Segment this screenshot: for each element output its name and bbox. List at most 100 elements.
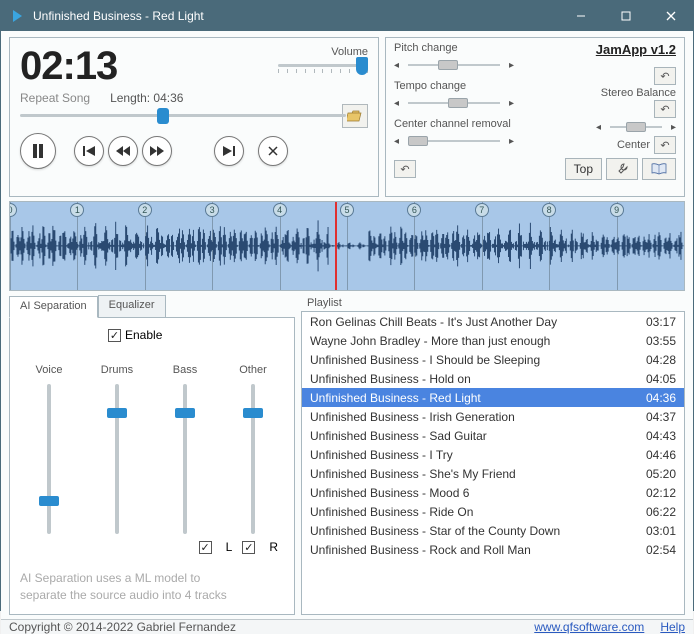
wrench-icon — [615, 162, 629, 176]
track-duration: 02:54 — [646, 543, 676, 557]
app-icon — [9, 8, 25, 24]
track-duration: 04:36 — [646, 391, 676, 405]
playlist-row[interactable]: Unfinished Business - Star of the County… — [302, 521, 684, 540]
left-label: L — [226, 540, 233, 554]
titlebar[interactable]: Unfinished Business - Red Light — [1, 1, 693, 31]
window-title: Unfinished Business - Red Light — [33, 9, 558, 23]
playlist-header: Playlist — [301, 295, 685, 311]
player-panel: 02:13 Volume Repeat Song Length: 04:36 — [9, 37, 379, 197]
track-title: Unfinished Business - I Try — [310, 448, 638, 462]
top-row: 02:13 Volume Repeat Song Length: 04:36 — [9, 37, 685, 197]
right-channel-checkbox[interactable]: ✓ — [242, 541, 255, 554]
close-button[interactable] — [648, 1, 693, 31]
waveform-panel[interactable]: 0123456789 — [9, 201, 685, 291]
website-link[interactable]: www.qfsoftware.com — [534, 620, 644, 634]
copyright-text: Copyright © 2014-2022 Gabriel Fernandez — [9, 620, 236, 634]
pitch-label: Pitch change — [394, 42, 535, 54]
tab-body: ✓ Enable Voice Drums Bass Other ✓L ✓R — [9, 317, 295, 615]
settings-button[interactable] — [606, 158, 638, 180]
seek-slider[interactable] — [20, 107, 346, 125]
tab-equalizer[interactable]: Equalizer — [98, 295, 166, 317]
top-button[interactable]: Top — [565, 158, 602, 180]
track-duration: 05:20 — [646, 467, 676, 481]
tab-header: AI Separation Equalizer — [9, 295, 295, 317]
other-slider[interactable] — [251, 384, 255, 534]
voice-label: Voice — [36, 364, 63, 376]
playlist-row[interactable]: Unfinished Business - Mood 602:12 — [302, 483, 684, 502]
other-label: Other — [239, 364, 267, 376]
tabs-panel: AI Separation Equalizer ✓ Enable Voice D… — [9, 295, 295, 615]
left-channel-checkbox[interactable]: ✓ — [199, 541, 212, 554]
track-title: Unfinished Business - Hold on — [310, 372, 638, 386]
track-title: Unfinished Business - Sad Guitar — [310, 429, 638, 443]
playlist-box[interactable]: Ron Gelinas Chill Beats - It's Just Anot… — [301, 311, 685, 615]
rewind-button[interactable] — [108, 136, 138, 166]
ai-note: AI Separation uses a ML model to separat… — [20, 570, 284, 604]
track-title: Unfinished Business - Rock and Roll Man — [310, 543, 638, 557]
voice-slider[interactable] — [47, 384, 51, 534]
drums-slider[interactable] — [115, 384, 119, 534]
bass-label: Bass — [173, 364, 197, 376]
playlist-row[interactable]: Unfinished Business - I Try 04:46 — [302, 445, 684, 464]
app-window: Unfinished Business - Red Light 02:13 Vo… — [0, 0, 694, 611]
next-track-button[interactable] — [214, 136, 244, 166]
playlist-row[interactable]: Unfinished Business - Hold on04:05 — [302, 369, 684, 388]
playhead[interactable] — [335, 202, 337, 290]
enable-checkbox[interactable]: ✓ — [108, 329, 121, 342]
transport-controls — [20, 133, 368, 169]
track-duration: 04:37 — [646, 410, 676, 424]
track-duration: 03:17 — [646, 315, 676, 329]
separation-sliders: Voice Drums Bass Other — [24, 364, 284, 534]
playlist-row[interactable]: Unfinished Business - Sad Guitar 04:43 — [302, 426, 684, 445]
playlist-panel: Playlist Ron Gelinas Chill Beats - It's … — [301, 295, 685, 615]
playlist-row[interactable]: Ron Gelinas Chill Beats - It's Just Anot… — [302, 312, 684, 331]
balance-reset-button[interactable]: ↶ — [654, 136, 676, 154]
pitch-reset-button[interactable]: ↶ — [654, 67, 676, 85]
track-duration: 04:43 — [646, 429, 676, 443]
help-link[interactable]: Help — [660, 620, 685, 634]
volume-slider[interactable] — [278, 58, 368, 80]
center-removal-slider[interactable]: ◂▸ — [394, 132, 514, 150]
playlist-row[interactable]: Unfinished Business - She's My Friend 05:… — [302, 464, 684, 483]
manual-button[interactable] — [642, 158, 676, 180]
bass-slider[interactable] — [183, 384, 187, 534]
lower-row: AI Separation Equalizer ✓ Enable Voice D… — [9, 295, 685, 615]
time-display: 02:13 — [20, 44, 117, 89]
folder-open-icon — [347, 109, 363, 123]
effects-panel: Pitch change ◂▸ Tempo change ◂▸ Center c… — [385, 37, 685, 197]
drums-label: Drums — [101, 364, 133, 376]
track-duration: 02:12 — [646, 486, 676, 500]
playlist-row[interactable]: Unfinished Business - Rock and Roll Man 0… — [302, 540, 684, 559]
track-title: Unfinished Business - I Should be Sleepi… — [310, 353, 638, 367]
track-title: Unfinished Business - Irish Generation — [310, 410, 638, 424]
stereo-balance-slider[interactable]: ◂▸ — [596, 118, 676, 136]
prev-track-button[interactable] — [74, 136, 104, 166]
playlist-row[interactable]: Unfinished Business - Ride On06:22 — [302, 502, 684, 521]
playlist-row[interactable]: Unfinished Business - Irish Generation 04… — [302, 407, 684, 426]
track-title: Unfinished Business - Star of the County… — [310, 524, 638, 538]
content: 02:13 Volume Repeat Song Length: 04:36 — [1, 31, 693, 619]
pause-button[interactable] — [20, 133, 56, 169]
enable-label: Enable — [125, 328, 162, 342]
track-title: Ron Gelinas Chill Beats - It's Just Anot… — [310, 315, 638, 329]
tab-ai-separation[interactable]: AI Separation — [9, 296, 98, 318]
stop-button[interactable] — [258, 136, 288, 166]
fast-forward-button[interactable] — [142, 136, 172, 166]
center-removal-label: Center channel removal — [394, 118, 535, 130]
minimize-button[interactable] — [558, 1, 603, 31]
track-duration: 04:46 — [646, 448, 676, 462]
track-title: Unfinished Business - She's My Friend — [310, 467, 638, 481]
playlist-row[interactable]: Wayne John Bradley - More than just enou… — [302, 331, 684, 350]
waveform-lines — [10, 202, 684, 290]
pitch-slider[interactable]: ◂▸ — [394, 56, 514, 74]
maximize-button[interactable] — [603, 1, 648, 31]
footer: Copyright © 2014-2022 Gabriel Fernandez … — [1, 619, 693, 634]
playlist-row[interactable]: Unfinished Business - I Should be Sleepi… — [302, 350, 684, 369]
center-reset-button[interactable]: ↶ — [394, 160, 416, 178]
tempo-slider[interactable]: ◂▸ — [394, 94, 514, 112]
playlist-row[interactable]: Unfinished Business - Red Light04:36 — [302, 388, 684, 407]
track-duration: 04:28 — [646, 353, 676, 367]
track-duration: 03:01 — [646, 524, 676, 538]
app-title: JamApp v1.2 — [596, 42, 676, 57]
tempo-reset-button[interactable]: ↶ — [654, 100, 676, 118]
